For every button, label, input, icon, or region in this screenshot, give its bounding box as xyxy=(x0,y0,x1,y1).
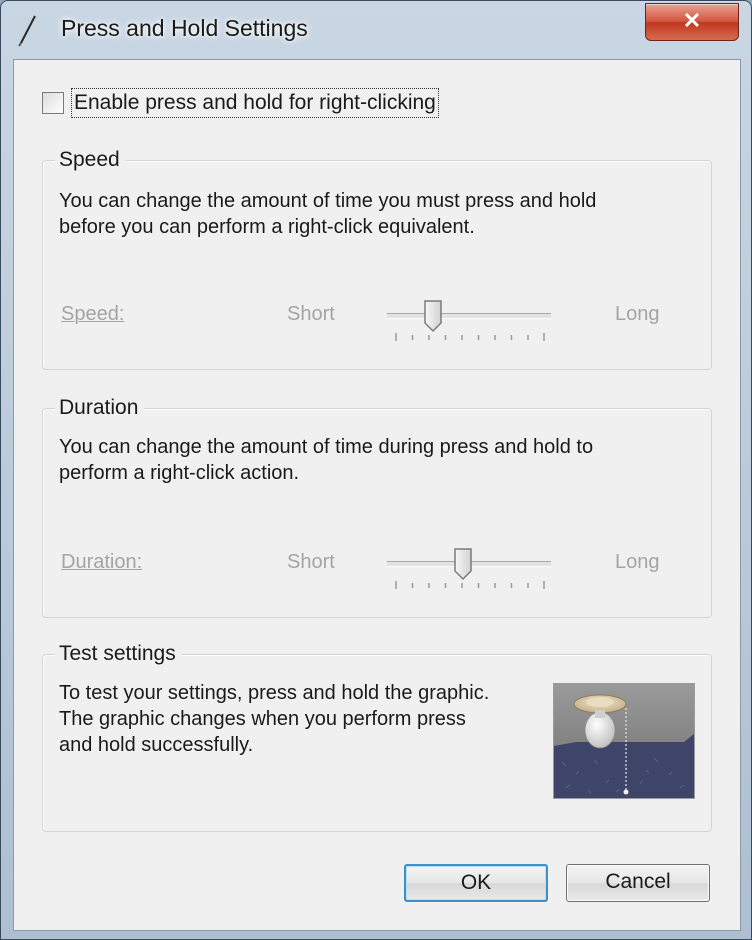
enable-press-hold-label[interactable]: Enable press and hold for right-clicking xyxy=(71,88,439,118)
duration-slider-ticks xyxy=(395,581,545,589)
title-bar[interactable]: Press and Hold Settings ✕ xyxy=(1,1,751,57)
test-graphic-image[interactable] xyxy=(553,683,695,799)
test-description-line2: The graphic changes when you perform pre… xyxy=(59,708,466,730)
speed-slider-ticks xyxy=(395,333,545,341)
close-button[interactable]: ✕ xyxy=(645,3,739,41)
test-description: To test your settings, press and hold th… xyxy=(59,680,549,758)
speed-group: Speed You can change the amount of time … xyxy=(42,147,712,370)
duration-long-label: Long xyxy=(615,551,660,573)
test-description-line3: and hold successfully. xyxy=(59,734,254,756)
speed-short-label: Short xyxy=(287,303,335,325)
duration-description-line2: perform a right-click action. xyxy=(59,462,300,484)
speed-slider-thumb[interactable] xyxy=(423,299,443,333)
ok-button[interactable]: OK xyxy=(404,864,548,902)
enable-press-hold-checkbox[interactable] xyxy=(42,92,64,114)
duration-description-line1: You can change the amount of time during… xyxy=(59,436,594,458)
test-settings-group-title: Test settings xyxy=(55,641,182,667)
window-title: Press and Hold Settings xyxy=(61,15,308,41)
cancel-button[interactable]: Cancel xyxy=(566,864,710,902)
test-description-line1: To test your settings, press and hold th… xyxy=(59,682,490,704)
speed-group-title: Speed xyxy=(55,147,126,173)
speed-slider[interactable] xyxy=(387,291,553,345)
duration-group: Duration You can change the amount of ti… xyxy=(42,395,712,618)
speed-long-label: Long xyxy=(615,303,660,325)
duration-slider-thumb[interactable] xyxy=(453,547,473,581)
dialog-window: Press and Hold Settings ✕ Enable press a… xyxy=(0,0,752,940)
dialog-body: Enable press and hold for right-clicking… xyxy=(13,59,741,931)
duration-description: You can change the amount of time during… xyxy=(59,434,679,486)
duration-label: Duration: xyxy=(61,551,143,573)
speed-description-line1: You can change the amount of time you mu… xyxy=(59,190,597,212)
duration-short-label: Short xyxy=(287,551,335,573)
test-settings-group: Test settings To test your settings, pre… xyxy=(42,641,712,832)
speed-description: You can change the amount of time you mu… xyxy=(59,188,679,240)
pen-icon xyxy=(18,15,36,47)
duration-group-title: Duration xyxy=(55,395,145,421)
speed-description-line2: before you can perform a right-click equ… xyxy=(59,216,475,238)
speed-slider-track xyxy=(387,313,551,319)
duration-slider[interactable] xyxy=(387,539,553,593)
speed-label: Speed: xyxy=(61,303,125,325)
